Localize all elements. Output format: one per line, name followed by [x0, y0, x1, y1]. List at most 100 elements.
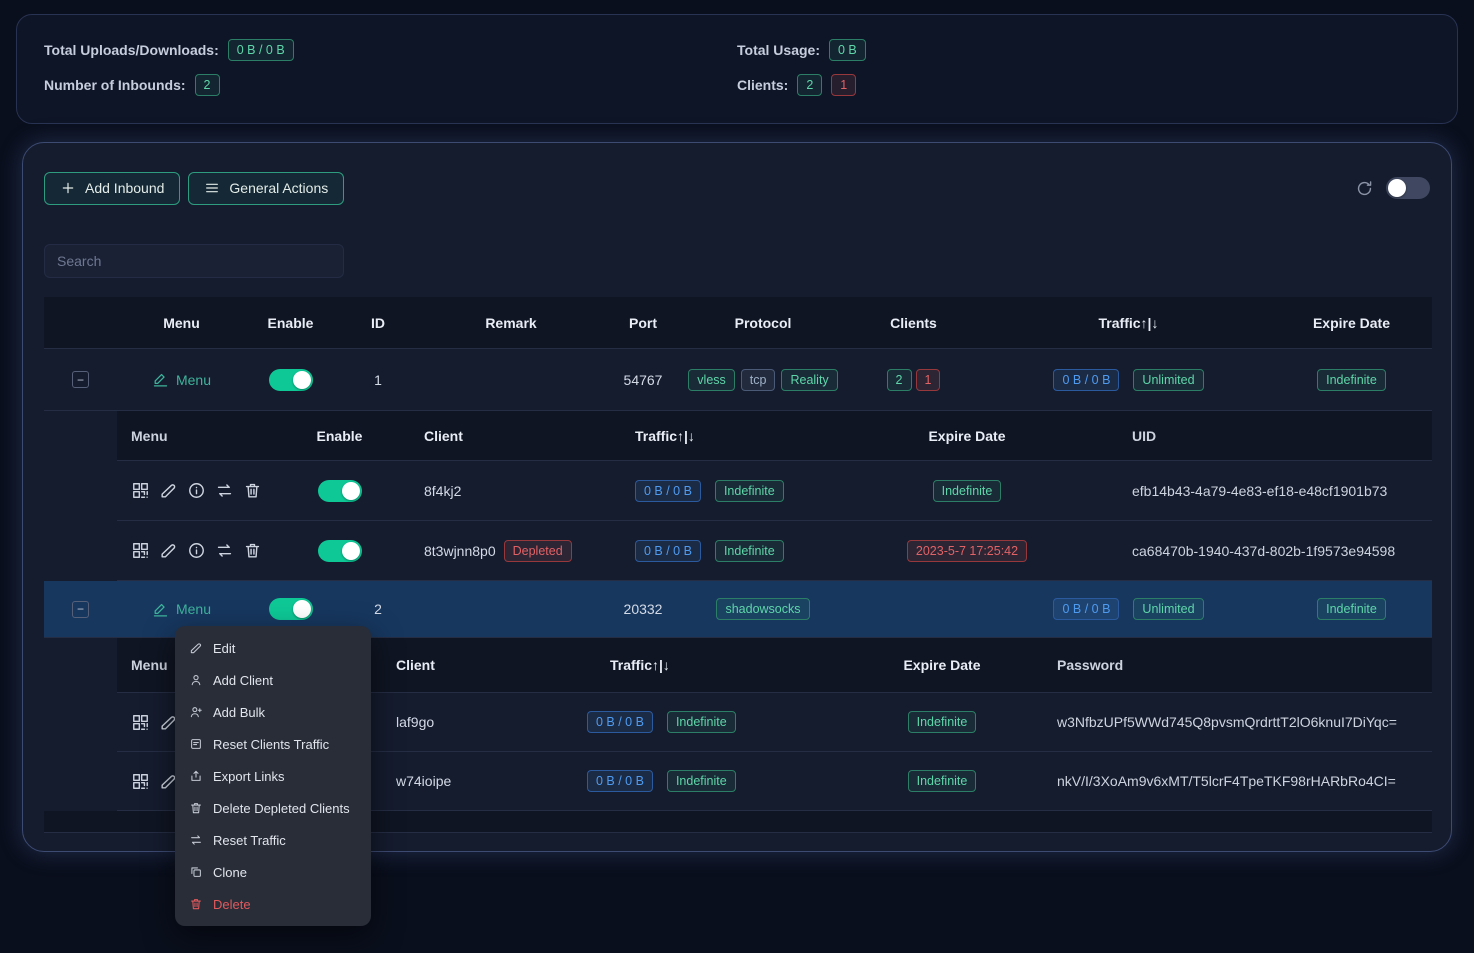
inbound-expire-badge: Indefinite: [1317, 598, 1386, 620]
client-traffic-total-badge: Indefinite: [667, 770, 736, 792]
inbound-expire-badge: Indefinite: [1317, 369, 1386, 391]
inbound-menu-button[interactable]: Menu: [152, 371, 211, 388]
delete-icon: [189, 897, 203, 911]
add-inbound-button[interactable]: Add Inbound: [44, 172, 180, 205]
qrcode-icon[interactable]: [131, 713, 150, 732]
client-traffic-badge: 0 B / 0 B: [635, 540, 701, 562]
menu-item-add-bulk[interactable]: Add Bulk: [175, 696, 371, 728]
menu-item-add-client[interactable]: Add Client: [175, 664, 371, 696]
client-row: 8t3wjnn8p0 Depleted 0 B / 0 B Indefinite…: [117, 521, 1432, 581]
client-enable-toggle[interactable]: [318, 540, 362, 562]
add-client-icon: [189, 673, 203, 687]
client-traffic-badge: 0 B / 0 B: [587, 711, 653, 733]
inbound-traffic-badge: 0 B / 0 B: [1053, 369, 1119, 391]
clone-icon: [189, 865, 203, 879]
client-enable-toggle[interactable]: [318, 480, 362, 502]
client-depleted-badge: Depleted: [504, 540, 572, 562]
total-usage-value: 0 B: [829, 39, 866, 61]
total-uploads-downloads-value: 0 B / 0 B: [228, 39, 294, 61]
inbound-enable-toggle[interactable]: [269, 369, 313, 391]
clients-label: Clients:: [737, 77, 788, 93]
edit-client-icon[interactable]: [159, 481, 178, 500]
refresh-icon[interactable]: [1355, 179, 1374, 198]
header-traffic-sort[interactable]: Traffic↑|↓: [587, 657, 827, 673]
number-of-inbounds-value: 2: [195, 74, 220, 96]
edit-menu-icon: [152, 601, 169, 618]
edit-client-icon[interactable]: [159, 541, 178, 560]
theme-toggle[interactable]: [1386, 177, 1430, 199]
stats-left-column: Total Uploads/Downloads: 0 B / 0 B Numbe…: [44, 39, 737, 99]
menu-item-export-links[interactable]: Export Links: [175, 760, 371, 792]
menu-item-delete-depleted-clients[interactable]: Delete Depleted Clients: [175, 792, 371, 824]
header-enable: Enable: [302, 428, 377, 444]
clients-table-header: Menu Enable Client Traffic↑|↓ Expire Dat…: [117, 411, 1432, 461]
search-input[interactable]: [44, 244, 344, 278]
menu-item-label: Export Links: [213, 769, 285, 784]
inbound-enable-toggle[interactable]: [269, 598, 313, 620]
header-uid: UID: [1082, 428, 1432, 444]
header-port: Port: [601, 315, 685, 331]
header-password: Password: [1057, 657, 1432, 673]
header-menu: Menu: [117, 315, 246, 331]
qrcode-icon[interactable]: [131, 772, 150, 791]
dashboard-page: Total Uploads/Downloads: 0 B / 0 B Numbe…: [0, 0, 1474, 953]
header-protocol: Protocol: [685, 315, 841, 331]
reset-client-traffic-icon[interactable]: [215, 541, 234, 560]
inbound-port: 54767: [601, 372, 685, 388]
add-inbound-label: Add Inbound: [85, 180, 164, 196]
reset-clients-traffic-icon: [189, 737, 203, 751]
client-expire-badge: Indefinite: [933, 480, 1002, 502]
header-client: Client: [377, 657, 587, 673]
transport-badge: tcp: [741, 369, 776, 391]
qrcode-icon[interactable]: [131, 481, 150, 500]
menu-item-label: Delete Depleted Clients: [213, 801, 350, 816]
menu-item-clone[interactable]: Clone: [175, 856, 371, 888]
menu-item-edit[interactable]: Edit: [175, 632, 371, 664]
edit-menu-icon: [152, 371, 169, 388]
client-traffic-total-badge: Indefinite: [715, 540, 784, 562]
stat-uploads-downloads: Total Uploads/Downloads: 0 B / 0 B: [44, 39, 737, 61]
reset-traffic-icon: [189, 833, 203, 847]
client-expire-badge: Indefinite: [908, 770, 977, 792]
inbound-row-vless: Menu 1 54767 vless tcp Reality 2 1 0 B /: [44, 349, 1432, 411]
header-traffic-sort[interactable]: Traffic↑|↓: [612, 428, 852, 444]
client-name: 8t3wjnn8p0: [424, 543, 496, 559]
info-icon[interactable]: [187, 541, 206, 560]
menu-item-label: Reset Clients Traffic: [213, 737, 329, 752]
general-actions-button[interactable]: General Actions: [188, 172, 344, 205]
client-expire-badge: 2023-5-7 17:25:42: [907, 540, 1027, 562]
client-uid: efb14b43-4a79-4e83-ef18-e48cf1901b73: [1082, 483, 1432, 499]
client-name: laf9go: [396, 714, 434, 730]
menu-item-label: Reset Traffic: [213, 833, 286, 848]
inbound-menu-label: Menu: [176, 372, 211, 388]
menu-item-reset-clients-traffic[interactable]: Reset Clients Traffic: [175, 728, 371, 760]
collapse-button[interactable]: [72, 371, 89, 388]
number-of-inbounds-label: Number of Inbounds:: [44, 77, 186, 93]
client-traffic-total-badge: Indefinite: [667, 711, 736, 733]
inbound-traffic-badge: 0 B / 0 B: [1053, 598, 1119, 620]
delete-depleted-clients-icon: [189, 801, 203, 815]
info-icon[interactable]: [187, 481, 206, 500]
reset-client-traffic-icon[interactable]: [215, 481, 234, 500]
inbound-id: 2: [335, 601, 421, 617]
toolbar-buttons: Add Inbound General Actions: [44, 172, 344, 205]
qrcode-icon[interactable]: [131, 541, 150, 560]
stat-total-usage: Total Usage: 0 B: [737, 39, 1430, 61]
security-badge: Reality: [781, 369, 837, 391]
protocol-badge: vless: [688, 369, 734, 391]
menu-item-reset-traffic[interactable]: Reset Traffic: [175, 824, 371, 856]
collapse-button[interactable]: [72, 601, 89, 618]
inbound-port: 20332: [601, 601, 685, 617]
protocol-badge: shadowsocks: [716, 598, 809, 620]
inbound-menu-button[interactable]: Menu: [152, 601, 211, 618]
inbound-menu-label: Menu: [176, 601, 211, 617]
delete-client-icon[interactable]: [243, 541, 262, 560]
delete-client-icon[interactable]: [243, 481, 262, 500]
header-traffic-sort[interactable]: Traffic↑|↓: [986, 315, 1271, 331]
general-actions-label: General Actions: [229, 180, 328, 196]
toolbar-right: [1355, 177, 1430, 199]
header-enable: Enable: [246, 315, 335, 331]
menu-item-delete[interactable]: Delete: [175, 888, 371, 920]
header-id: ID: [335, 315, 421, 331]
menu-item-label: Clone: [213, 865, 247, 880]
